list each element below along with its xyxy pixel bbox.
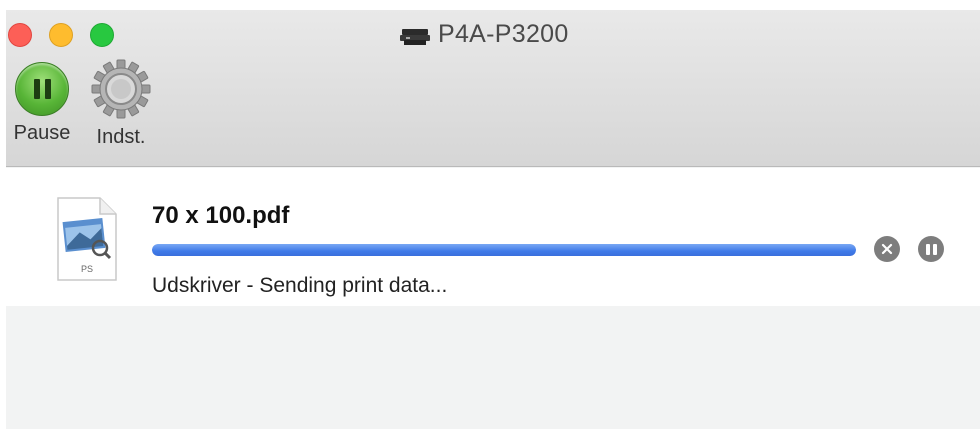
pause-icon — [15, 62, 69, 116]
titlebar-toolbar: P4A-P3200 Pause Indst. — [6, 10, 980, 167]
pause-job-button[interactable] — [918, 236, 944, 262]
job-status: Udskriver - Sending print data... — [152, 274, 448, 297]
gear-icon — [90, 58, 152, 120]
window-title: P4A-P3200 — [400, 20, 569, 49]
printer-icon — [400, 25, 430, 45]
minimize-button[interactable] — [49, 23, 73, 47]
print-job-row[interactable]: PS 70 x 100.pdf Udskriver - Sending prin… — [6, 168, 980, 306]
print-queue-window: P4A-P3200 Pause Indst. PS 70 x 100.pdf U… — [6, 10, 980, 429]
cancel-job-button[interactable] — [874, 236, 900, 262]
settings-label: Indst. — [96, 126, 146, 148]
file-type-label: PS — [81, 264, 93, 274]
zoom-button[interactable] — [90, 23, 114, 47]
document-icon: PS — [54, 196, 120, 282]
close-button[interactable] — [8, 23, 32, 47]
job-name: 70 x 100.pdf — [152, 202, 290, 229]
pause-printer-button[interactable]: Pause — [8, 62, 76, 145]
close-icon — [881, 243, 893, 255]
progress-fill — [152, 244, 856, 256]
job-progress-bar — [152, 244, 856, 256]
settings-button[interactable]: Indst. — [86, 59, 156, 149]
window-title-text: P4A-P3200 — [438, 20, 569, 48]
pause-label: Pause — [13, 122, 71, 144]
pause-icon — [925, 243, 930, 255]
